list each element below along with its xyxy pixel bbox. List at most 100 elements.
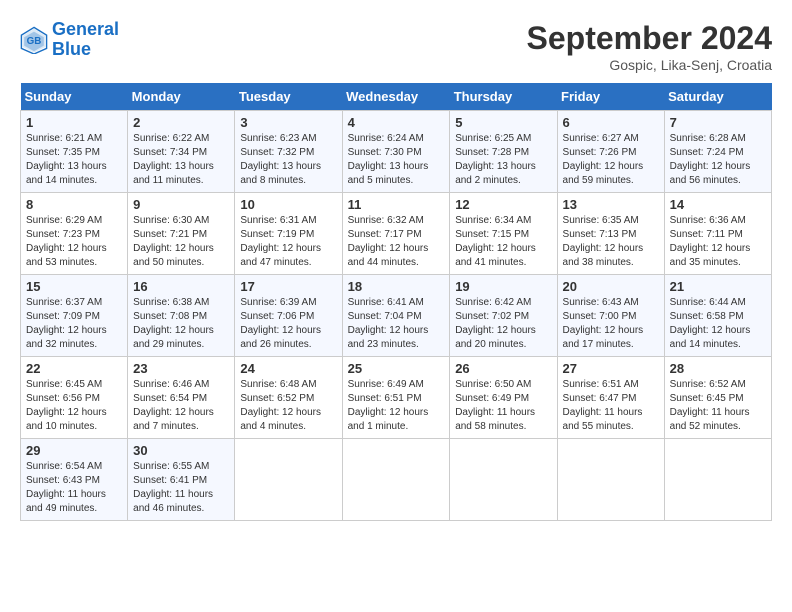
day-number: 27 <box>563 361 659 376</box>
calendar-cell: 6Sunrise: 6:27 AMSunset: 7:26 PMDaylight… <box>557 111 664 193</box>
calendar-cell: 19 Sunrise: 6:42 AMSunset: 7:02 PMDayligh… <box>450 275 557 357</box>
day-header-tuesday: Tuesday <box>235 83 342 111</box>
day-info: Sunrise: 6:41 AMSunset: 7:04 PMDaylight:… <box>348 296 445 352</box>
calendar-week-row: 8 Sunrise: 6:29 AMSunset: 7:23 PMDaylight… <box>21 193 772 275</box>
day-number: 22 <box>26 361 122 376</box>
day-info: Sunrise: 6:29 AMSunset: 7:23 PMDaylight:… <box>26 214 122 270</box>
day-info: Sunrise: 6:39 AMSunset: 7:06 PMDaylight:… <box>240 296 336 352</box>
day-number: 3 <box>240 115 336 130</box>
calendar-cell <box>557 439 664 521</box>
day-info: Sunrise: 6:34 AMSunset: 7:15 PMDaylight:… <box>455 214 551 270</box>
day-number: 2 <box>133 115 229 130</box>
day-header-wednesday: Wednesday <box>342 83 450 111</box>
day-info: Sunrise: 6:48 AMSunset: 6:52 PMDaylight:… <box>240 378 336 434</box>
svg-text:GB: GB <box>27 36 42 47</box>
day-number: 13 <box>563 197 659 212</box>
day-info: Sunrise: 6:51 AMSunset: 6:47 PMDaylight:… <box>563 378 659 434</box>
month-title: September 2024 <box>527 20 772 57</box>
calendar-cell <box>450 439 557 521</box>
day-info: Sunrise: 6:46 AMSunset: 6:54 PMDaylight:… <box>133 378 229 434</box>
day-info: Sunrise: 6:22 AMSunset: 7:34 PMDaylight:… <box>133 132 229 188</box>
calendar-cell: 14Sunrise: 6:36 AMSunset: 7:11 PMDayligh… <box>664 193 771 275</box>
day-info: Sunrise: 6:49 AMSunset: 6:51 PMDaylight:… <box>348 378 445 434</box>
day-header-thursday: Thursday <box>450 83 557 111</box>
day-info: Sunrise: 6:31 AMSunset: 7:19 PMDaylight:… <box>240 214 336 270</box>
day-number: 29 <box>26 443 122 458</box>
calendar-cell: 22 Sunrise: 6:45 AMSunset: 6:56 PMDayligh… <box>21 357 128 439</box>
day-header-sunday: Sunday <box>21 83 128 111</box>
calendar-cell <box>342 439 450 521</box>
calendar-cell: 20Sunrise: 6:43 AMSunset: 7:00 PMDayligh… <box>557 275 664 357</box>
calendar-week-row: 1Sunrise: 6:21 AMSunset: 7:35 PMDaylight… <box>21 111 772 193</box>
day-number: 6 <box>563 115 659 130</box>
calendar-table: SundayMondayTuesdayWednesdayThursdayFrid… <box>20 83 772 521</box>
day-info: Sunrise: 6:50 AMSunset: 6:49 PMDaylight:… <box>455 378 551 434</box>
day-number: 23 <box>133 361 229 376</box>
day-info: Sunrise: 6:35 AMSunset: 7:13 PMDaylight:… <box>563 214 659 270</box>
day-number: 17 <box>240 279 336 294</box>
calendar-cell: 16 Sunrise: 6:38 AMSunset: 7:08 PMDayligh… <box>128 275 235 357</box>
day-number: 14 <box>670 197 766 212</box>
day-number: 9 <box>133 197 229 212</box>
day-info: Sunrise: 6:25 AMSunset: 7:28 PMDaylight:… <box>455 132 551 188</box>
calendar-week-row: 29 Sunrise: 6:54 AMSunset: 6:43 PMDayligh… <box>21 439 772 521</box>
day-info: Sunrise: 6:24 AMSunset: 7:30 PMDaylight:… <box>348 132 445 188</box>
calendar-week-row: 22 Sunrise: 6:45 AMSunset: 6:56 PMDayligh… <box>21 357 772 439</box>
calendar-cell: 17 Sunrise: 6:39 AMSunset: 7:06 PMDayligh… <box>235 275 342 357</box>
calendar-cell: 24Sunrise: 6:48 AMSunset: 6:52 PMDayligh… <box>235 357 342 439</box>
logo: GB General Blue <box>20 20 119 60</box>
calendar-cell: 5Sunrise: 6:25 AMSunset: 7:28 PMDaylight… <box>450 111 557 193</box>
calendar-cell: 26 Sunrise: 6:50 AMSunset: 6:49 PMDayligh… <box>450 357 557 439</box>
day-number: 7 <box>670 115 766 130</box>
day-number: 20 <box>563 279 659 294</box>
day-header-monday: Monday <box>128 83 235 111</box>
day-info: Sunrise: 6:23 AMSunset: 7:32 PMDaylight:… <box>240 132 336 188</box>
calendar-cell: 8 Sunrise: 6:29 AMSunset: 7:23 PMDaylight… <box>21 193 128 275</box>
calendar-cell: 13 Sunrise: 6:35 AMSunset: 7:13 PMDayligh… <box>557 193 664 275</box>
calendar-cell <box>235 439 342 521</box>
logo-icon: GB <box>20 26 48 54</box>
calendar-cell: 21 Sunrise: 6:44 AMSunset: 6:58 PMDayligh… <box>664 275 771 357</box>
day-number: 15 <box>26 279 122 294</box>
calendar-cell: 29 Sunrise: 6:54 AMSunset: 6:43 PMDayligh… <box>21 439 128 521</box>
day-number: 28 <box>670 361 766 376</box>
day-number: 25 <box>348 361 445 376</box>
day-info: Sunrise: 6:55 AMSunset: 6:41 PMDaylight:… <box>133 460 229 516</box>
day-info: Sunrise: 6:45 AMSunset: 6:56 PMDaylight:… <box>26 378 122 434</box>
calendar-cell: 30 Sunrise: 6:55 AMSunset: 6:41 PMDayligh… <box>128 439 235 521</box>
logo-line1: General <box>52 19 119 39</box>
day-info: Sunrise: 6:44 AMSunset: 6:58 PMDaylight:… <box>670 296 766 352</box>
day-number: 11 <box>348 197 445 212</box>
calendar-cell: 25 Sunrise: 6:49 AMSunset: 6:51 PMDayligh… <box>342 357 450 439</box>
day-number: 12 <box>455 197 551 212</box>
day-number: 21 <box>670 279 766 294</box>
calendar-cell: 7 Sunrise: 6:28 AMSunset: 7:24 PMDaylight… <box>664 111 771 193</box>
day-number: 16 <box>133 279 229 294</box>
day-info: Sunrise: 6:21 AMSunset: 7:35 PMDaylight:… <box>26 132 122 188</box>
logo-line2: Blue <box>52 39 91 59</box>
calendar-cell: 10 Sunrise: 6:31 AMSunset: 7:19 PMDayligh… <box>235 193 342 275</box>
day-info: Sunrise: 6:28 AMSunset: 7:24 PMDaylight:… <box>670 132 766 188</box>
day-number: 19 <box>455 279 551 294</box>
logo-text: General Blue <box>52 20 119 60</box>
calendar-header-row: SundayMondayTuesdayWednesdayThursdayFrid… <box>21 83 772 111</box>
day-info: Sunrise: 6:42 AMSunset: 7:02 PMDaylight:… <box>455 296 551 352</box>
day-header-friday: Friday <box>557 83 664 111</box>
day-number: 30 <box>133 443 229 458</box>
day-number: 8 <box>26 197 122 212</box>
calendar-cell: 15 Sunrise: 6:37 AMSunset: 7:09 PMDayligh… <box>21 275 128 357</box>
day-number: 10 <box>240 197 336 212</box>
calendar-cell: 28Sunrise: 6:52 AMSunset: 6:45 PMDayligh… <box>664 357 771 439</box>
day-info: Sunrise: 6:37 AMSunset: 7:09 PMDaylight:… <box>26 296 122 352</box>
day-info: Sunrise: 6:38 AMSunset: 7:08 PMDaylight:… <box>133 296 229 352</box>
calendar-cell: 23 Sunrise: 6:46 AMSunset: 6:54 PMDayligh… <box>128 357 235 439</box>
day-number: 26 <box>455 361 551 376</box>
day-number: 18 <box>348 279 445 294</box>
day-info: Sunrise: 6:32 AMSunset: 7:17 PMDaylight:… <box>348 214 445 270</box>
calendar-cell: 2 Sunrise: 6:22 AMSunset: 7:34 PMDaylight… <box>128 111 235 193</box>
page-header: GB General Blue September 2024 Gospic, L… <box>20 20 772 73</box>
calendar-cell: 11 Sunrise: 6:32 AMSunset: 7:17 PMDayligh… <box>342 193 450 275</box>
day-info: Sunrise: 6:54 AMSunset: 6:43 PMDaylight:… <box>26 460 122 516</box>
calendar-cell: 9Sunrise: 6:30 AMSunset: 7:21 PMDaylight… <box>128 193 235 275</box>
calendar-cell: 18 Sunrise: 6:41 AMSunset: 7:04 PMDayligh… <box>342 275 450 357</box>
